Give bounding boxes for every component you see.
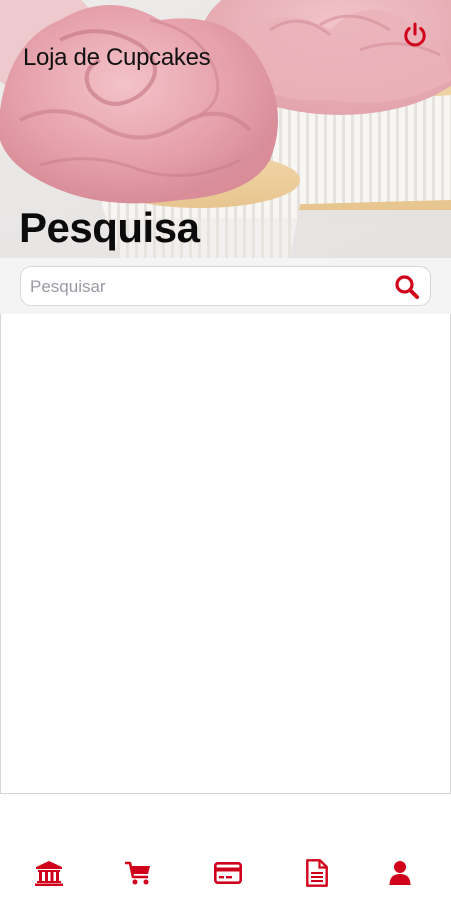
nav-bank[interactable] — [34, 858, 64, 888]
search-results-area — [0, 314, 451, 794]
search-button[interactable] — [394, 274, 420, 300]
nav-orders[interactable] — [302, 858, 332, 888]
nav-profile[interactable] — [385, 858, 415, 888]
bottom-nav — [0, 852, 451, 896]
power-icon — [404, 22, 426, 47]
search-box — [20, 266, 431, 307]
cart-icon — [125, 861, 150, 885]
power-button[interactable] — [400, 20, 430, 50]
search-icon — [395, 275, 419, 299]
search-bar — [0, 258, 451, 314]
nav-payment[interactable] — [213, 858, 243, 888]
search-input[interactable] — [28, 267, 392, 307]
hero-header: Loja de Cupcakes Pesquisa — [0, 0, 451, 258]
page-title: Pesquisa — [19, 204, 200, 251]
document-icon — [306, 859, 328, 887]
bank-icon — [35, 861, 63, 886]
user-icon — [389, 861, 411, 885]
nav-cart[interactable] — [123, 858, 153, 888]
credit-card-icon — [214, 862, 242, 884]
app-title: Loja de Cupcakes — [23, 44, 211, 71]
